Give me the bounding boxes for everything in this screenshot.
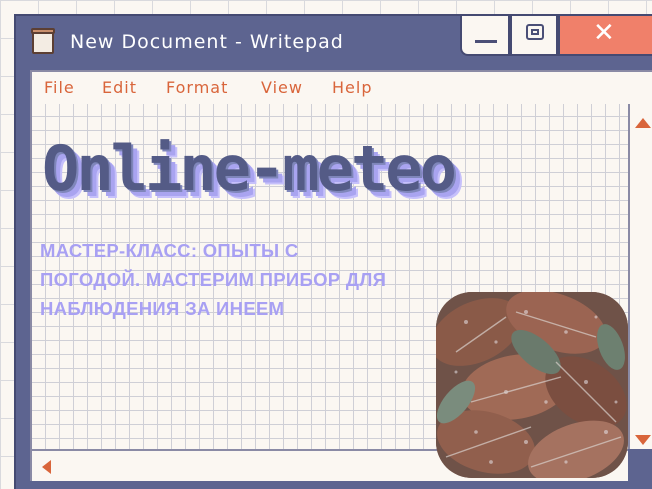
menu-format[interactable]: Format [166,78,228,97]
document-headline: Online-meteo [42,132,457,205]
window-title: New Document - Writepad [70,31,344,53]
subtitle-line-2: ПОГОДОЙ. МАСТЕРИМ ПРИБОР ДЛЯ [40,269,387,290]
maximize-button[interactable] [510,16,558,56]
subtitle-line-1: МАСТЕР-КЛАСС: ОПЫТЫ С [40,240,299,261]
vertical-scrollbar[interactable] [628,104,652,449]
menu-edit[interactable]: Edit [102,78,137,97]
menu-file[interactable]: File [44,78,75,97]
frosted-leaves-photo [436,292,628,478]
subtitle-line-3: НАБЛЮДЕНИЯ ЗА ИНЕЕМ [40,298,285,319]
menu-bar: File Edit Format View Help [30,70,652,106]
maximize-icon [526,24,544,40]
menu-view[interactable]: View [261,78,303,97]
minimize-icon [475,40,497,43]
title-bar[interactable]: New Document - Writepad ✕ [16,16,652,68]
menu-help[interactable]: Help [332,78,372,97]
scroll-left-arrow-icon[interactable] [42,460,51,474]
scroll-up-arrow-icon[interactable] [635,118,651,128]
close-button[interactable]: ✕ [558,16,652,56]
scroll-down-arrow-icon[interactable] [635,435,651,445]
close-icon: ✕ [593,18,615,48]
minimize-button[interactable] [460,16,510,56]
document-icon [31,28,55,54]
